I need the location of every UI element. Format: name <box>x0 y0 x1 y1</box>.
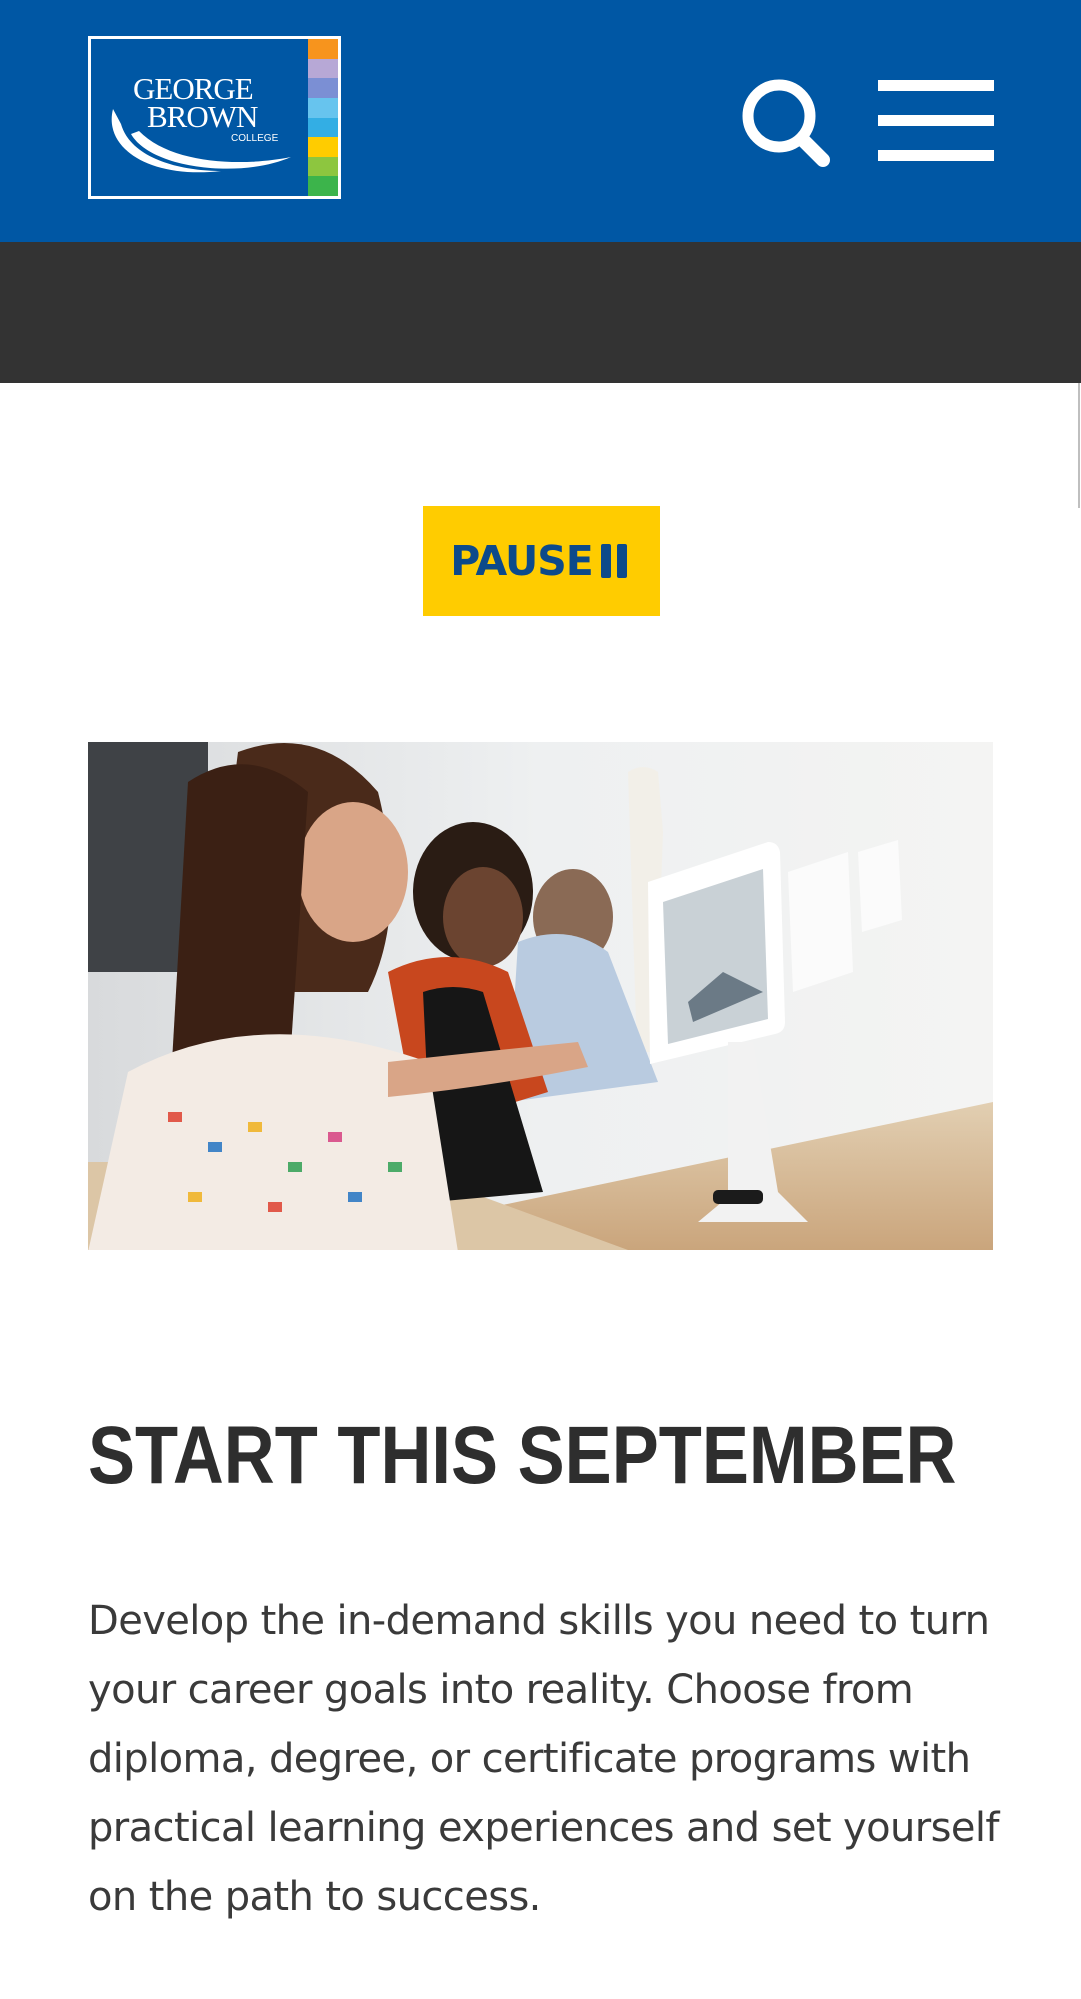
logo-mark: GEORGE BROWN COLLEGE <box>111 71 291 173</box>
logo-color-stripes <box>308 39 338 196</box>
logo-stripe <box>308 117 338 138</box>
students-using-tablets-photo <box>88 742 993 1250</box>
hamburger-menu-icon <box>878 80 994 91</box>
logo-stripe <box>308 97 338 118</box>
hero-image <box>88 742 993 1250</box>
site-header: GEORGE BROWN COLLEGE <box>0 0 1081 242</box>
logo-stripe <box>308 156 338 177</box>
search-icon <box>742 79 830 167</box>
logo-stripe <box>308 176 338 196</box>
scroll-edge <box>1078 383 1080 508</box>
hamburger-menu-icon <box>878 115 994 126</box>
svg-text:COLLEGE: COLLEGE <box>231 133 279 144</box>
intro-paragraph: Develop the in-demand skills you need to… <box>88 1598 999 1920</box>
menu-button[interactable] <box>878 78 994 166</box>
search-button[interactable] <box>741 78 831 168</box>
svg-text:BROWN: BROWN <box>147 99 258 134</box>
alert-band <box>0 242 1081 383</box>
page-title: START THIS SEPTEMBER <box>88 1410 957 1501</box>
logo-stripe <box>308 39 338 59</box>
logo-stripe <box>308 78 338 98</box>
pause-button[interactable]: PAUSE <box>423 506 660 616</box>
logo-stripe <box>308 137 338 157</box>
george-brown-logo[interactable]: GEORGE BROWN COLLEGE <box>88 36 341 199</box>
pause-label: PAUSE <box>450 537 594 585</box>
pause-icon <box>600 544 633 578</box>
hamburger-menu-icon <box>878 150 994 161</box>
logo-stripe <box>308 58 338 79</box>
